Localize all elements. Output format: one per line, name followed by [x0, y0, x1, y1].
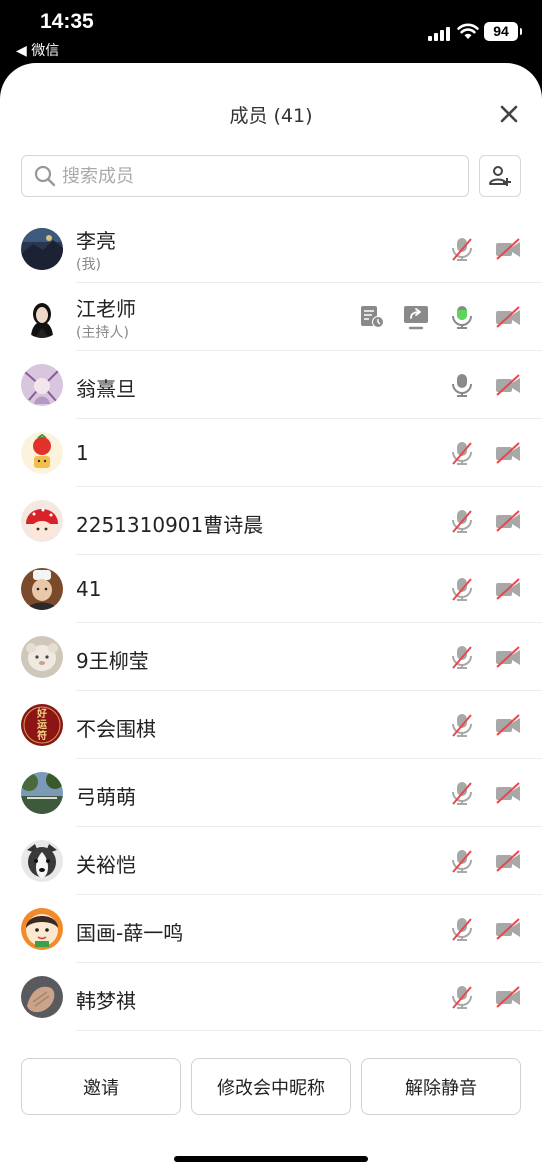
member-name: 2251310901曹诗晨 [76, 513, 264, 537]
camera-off-icon[interactable] [494, 916, 522, 942]
camera-off-icon[interactable] [494, 848, 522, 874]
battery-indicator: 94 [484, 22, 522, 41]
member-list: 李亮 (我) 江老师 (主持人) 翁熹旦 1 2251310901曹诗晨 41 … [0, 215, 542, 1031]
avatar [21, 908, 63, 950]
camera-off-icon[interactable] [494, 508, 522, 534]
camera-off-icon[interactable] [494, 984, 522, 1010]
search-box[interactable] [21, 155, 469, 197]
member-row[interactable]: 国画-薛一鸣 [0, 895, 542, 963]
document-icon[interactable] [358, 304, 386, 330]
mic-muted-icon[interactable] [448, 440, 476, 466]
member-name: 韩梦祺 [76, 989, 136, 1013]
members-sheet: 成员 (41) 李亮 (我 [0, 63, 542, 1173]
avatar [21, 772, 63, 814]
status-bar: 14:35 ◀ 微信 94 [0, 0, 542, 64]
mic-active-icon[interactable] [448, 304, 476, 330]
avatar [21, 840, 63, 882]
member-role: (我) [76, 257, 101, 273]
add-user-icon [489, 166, 511, 186]
close-icon[interactable] [496, 101, 522, 127]
member-name: 弓萌萌 [76, 785, 136, 809]
camera-off-icon[interactable] [494, 644, 522, 670]
add-member-button[interactable] [479, 155, 521, 197]
mic-muted-icon[interactable] [448, 848, 476, 874]
camera-off-icon[interactable] [494, 304, 522, 330]
member-row[interactable]: 韩梦祺 [0, 963, 542, 1031]
camera-off-icon[interactable] [494, 712, 522, 738]
invite-button[interactable]: 邀请 [21, 1058, 181, 1115]
member-row[interactable]: 江老师 (主持人) [0, 283, 542, 351]
member-name: 1 [76, 441, 89, 465]
member-name: 国画-薛一鸣 [76, 921, 184, 945]
unmute-button[interactable]: 解除静音 [361, 1058, 521, 1115]
member-name: 李亮 [76, 229, 116, 253]
mic-muted-icon[interactable] [448, 576, 476, 602]
member-row[interactable]: 41 [0, 555, 542, 623]
mic-muted-icon[interactable] [448, 712, 476, 738]
avatar [21, 364, 63, 406]
mic-on-icon[interactable] [448, 372, 476, 398]
mic-muted-icon[interactable] [448, 916, 476, 942]
cellular-signal-icon [428, 26, 450, 41]
member-row[interactable]: 9王柳莹 [0, 623, 542, 691]
avatar [21, 432, 63, 474]
search-icon [34, 165, 56, 187]
member-row[interactable]: 2251310901曹诗晨 [0, 487, 542, 555]
rename-in-meeting-button[interactable]: 修改会中昵称 [191, 1058, 351, 1115]
member-name: 江老师 [76, 297, 136, 321]
member-row[interactable]: 1 [0, 419, 542, 487]
mic-muted-icon[interactable] [448, 780, 476, 806]
avatar [21, 500, 63, 542]
back-to-app-link[interactable]: ◀ 微信 [16, 40, 59, 60]
mic-muted-icon[interactable] [448, 236, 476, 262]
member-name: 不会围棋 [76, 717, 156, 741]
mic-muted-icon[interactable] [448, 508, 476, 534]
camera-off-icon[interactable] [494, 372, 522, 398]
avatar-charm-text: 好运符 [37, 709, 47, 742]
member-row[interactable]: 关裕恺 [0, 827, 542, 895]
mic-muted-icon[interactable] [448, 644, 476, 670]
avatar [21, 296, 63, 338]
member-row[interactable]: 好运符 不会围棋 [0, 691, 542, 759]
member-role: (主持人) [76, 325, 129, 341]
home-indicator[interactable] [174, 1156, 368, 1162]
member-row[interactable]: 李亮 (我) [0, 215, 542, 283]
camera-off-icon[interactable] [494, 780, 522, 806]
avatar [21, 568, 63, 610]
camera-off-icon[interactable] [494, 576, 522, 602]
sheet-title: 成员 (41) [229, 105, 313, 127]
search-input[interactable] [62, 156, 462, 196]
status-time: 14:35 [40, 10, 94, 33]
member-row[interactable]: 翁熹旦 [0, 351, 542, 419]
member-name: 9王柳莹 [76, 649, 149, 673]
avatar [21, 976, 63, 1018]
member-name: 翁熹旦 [76, 377, 136, 401]
member-name: 41 [76, 577, 102, 601]
member-name: 关裕恺 [76, 853, 136, 877]
camera-off-icon[interactable] [494, 236, 522, 262]
avatar [21, 228, 63, 270]
wifi-icon [457, 23, 479, 39]
avatar [21, 636, 63, 678]
mic-muted-icon[interactable] [448, 984, 476, 1010]
camera-off-icon[interactable] [494, 440, 522, 466]
screen-share-icon[interactable] [402, 304, 430, 330]
member-row[interactable]: 弓萌萌 [0, 759, 542, 827]
avatar: 好运符 [21, 704, 63, 746]
